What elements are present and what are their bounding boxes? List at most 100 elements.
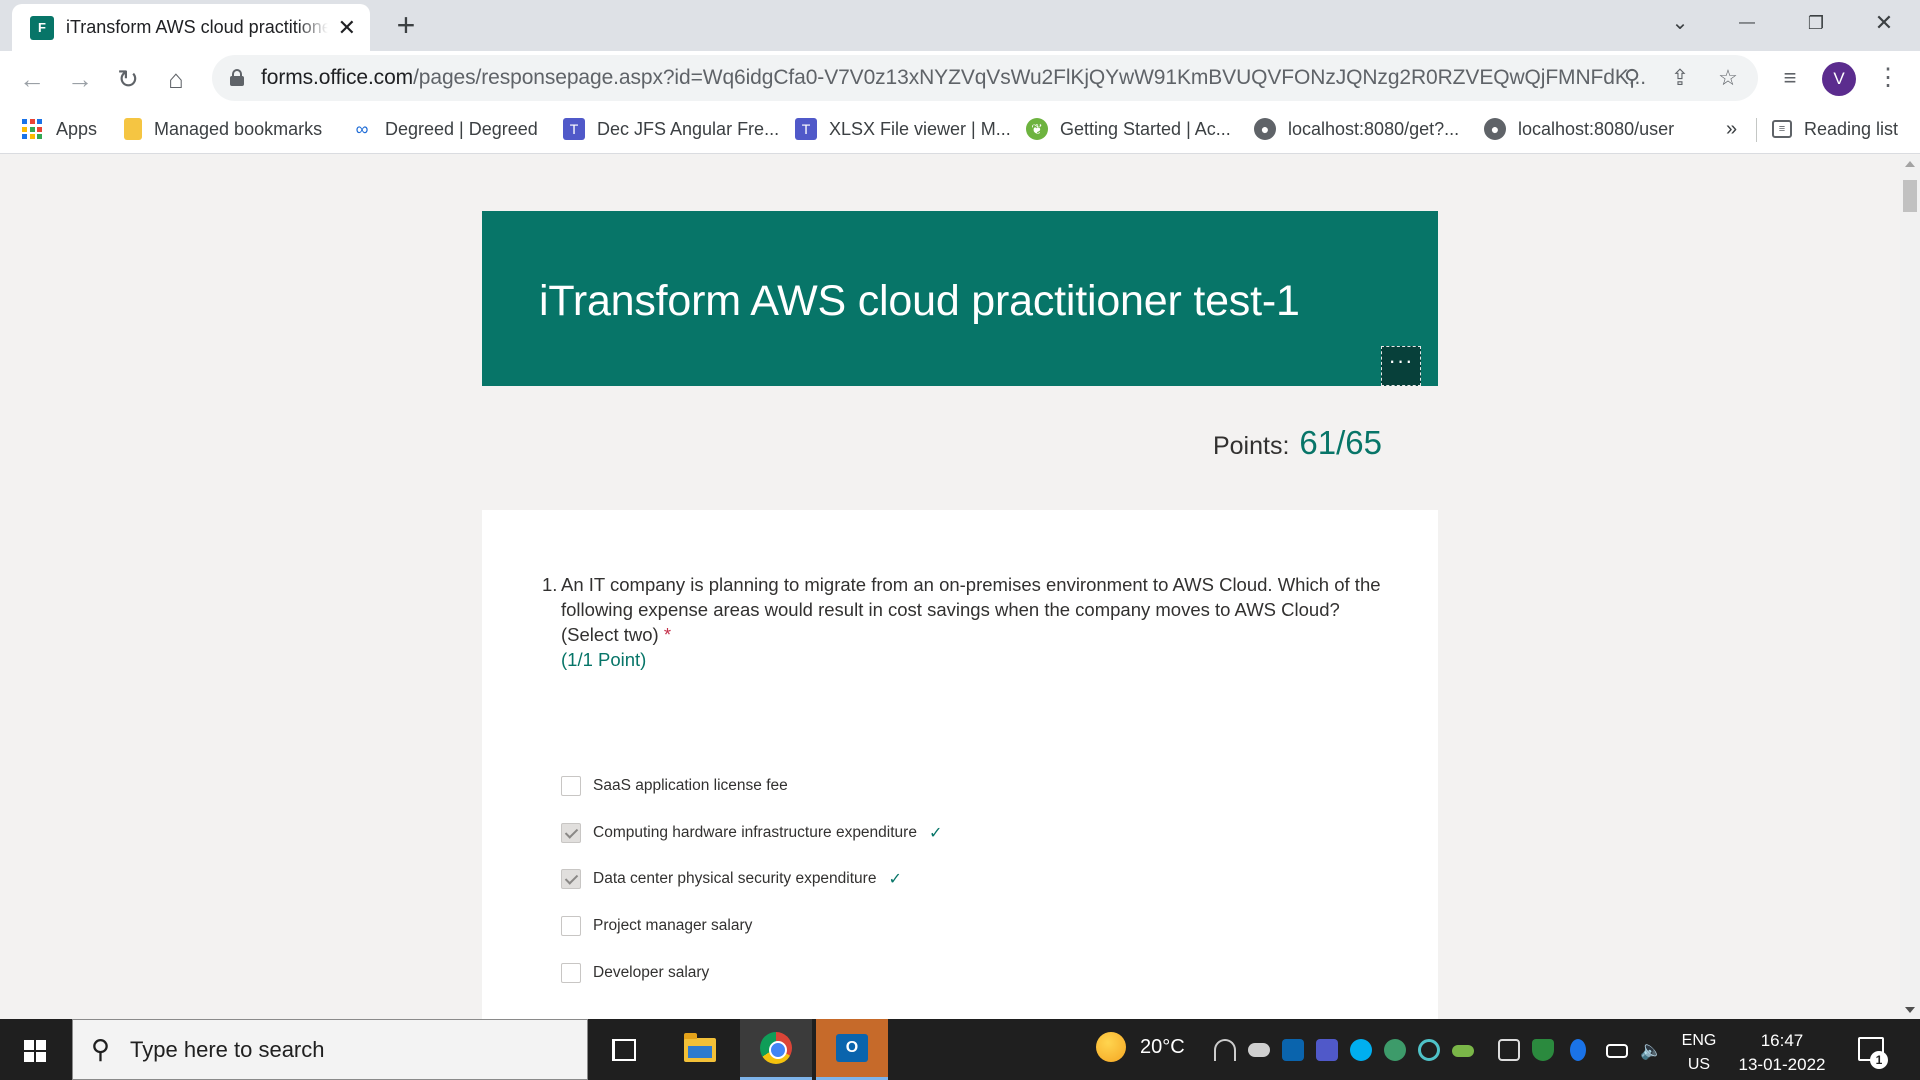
- weather-temperature: 20°C: [1140, 1035, 1185, 1058]
- points-summary: Points: 61/65: [482, 386, 1438, 510]
- weather-widget[interactable]: 20°C: [1096, 1032, 1185, 1062]
- scroll-down-arrow-icon[interactable]: [1905, 1007, 1915, 1013]
- profile-avatar[interactable]: V: [1822, 62, 1856, 96]
- zoom-icon[interactable]: ⚲: [1617, 63, 1647, 93]
- media-playlist-icon[interactable]: ≡: [1775, 63, 1805, 93]
- bookmark-localhost-get[interactable]: ● localhost:8080/get?...: [1254, 114, 1459, 144]
- option-developer-salary[interactable]: Developer salary: [561, 958, 709, 988]
- bookmark-xlsx-viewer[interactable]: T XLSX File viewer | M...: [795, 114, 1011, 144]
- reading-list-icon: ≡: [1772, 120, 1792, 138]
- url-text[interactable]: forms.office.com/pages/responsepage.aspx…: [261, 66, 1646, 90]
- close-window-button[interactable]: ✕: [1864, 6, 1904, 40]
- option-label: Data center physical security expenditur…: [593, 870, 877, 887]
- network-icon[interactable]: [1214, 1039, 1236, 1061]
- bookmark-star-icon[interactable]: ☆: [1713, 63, 1743, 93]
- scrollbar-thumb[interactable]: [1903, 180, 1917, 212]
- bookmark-localhost-user[interactable]: ● localhost:8080/user: [1484, 114, 1674, 144]
- bookmark-dec-jfs[interactable]: T Dec JFS Angular Fre...: [563, 114, 779, 144]
- settings-tray-icon[interactable]: [1418, 1039, 1440, 1061]
- input-language[interactable]: ENG US: [1674, 1029, 1724, 1077]
- bookmarks-bar: Apps Managed bookmarks ∞ Degreed | Degre…: [0, 106, 1920, 154]
- volume-icon[interactable]: 🔈: [1640, 1039, 1662, 1061]
- browser-toolbar: ← → ↻ ⌂ forms.office.com/pages/responsep…: [0, 51, 1920, 106]
- browser-tab-active[interactable]: F iTransform AWS cloud practitioner test…: [12, 4, 370, 51]
- bookmark-degreed[interactable]: ∞ Degreed | Degreed: [351, 114, 538, 144]
- bookmark-getting-started[interactable]: ❦ Getting Started | Ac...: [1026, 114, 1231, 144]
- checkbox-unchecked[interactable]: [561, 916, 581, 936]
- outlook-tray-icon[interactable]: [1282, 1039, 1304, 1061]
- new-tab-button[interactable]: +: [389, 8, 423, 42]
- bookmark-apps[interactable]: Apps: [22, 114, 97, 144]
- lock-icon[interactable]: [230, 69, 244, 86]
- option-label: Computing hardware infrastructure expend…: [593, 824, 917, 841]
- option-project-manager[interactable]: Project manager salary: [561, 911, 752, 941]
- minimize-button[interactable]: —: [1727, 6, 1767, 40]
- correct-check-icon: ✓: [888, 871, 902, 888]
- skype-icon[interactable]: [1350, 1039, 1372, 1061]
- globe-tray-icon[interactable]: [1384, 1039, 1406, 1061]
- checkbox-checked[interactable]: [561, 823, 581, 843]
- notification-count-badge: 1: [1870, 1051, 1888, 1069]
- required-marker: *: [663, 624, 672, 645]
- checkbox-checked[interactable]: [561, 869, 581, 889]
- globe-icon: ●: [1254, 118, 1276, 140]
- question-1: 1. An IT company is planning to migrate f…: [542, 572, 1382, 672]
- tab-title: iTransform AWS cloud practitioner test-1: [65, 17, 328, 37]
- tab-close-icon[interactable]: ✕: [338, 15, 356, 41]
- more-options-button[interactable]: ···: [1381, 346, 1421, 386]
- tab-strip: F iTransform AWS cloud practitioner test…: [0, 0, 1920, 51]
- teams-icon: T: [563, 118, 585, 140]
- forward-arrow-icon[interactable]: →: [62, 61, 98, 97]
- checkbox-unchecked[interactable]: [561, 776, 581, 796]
- share-icon[interactable]: ⇪: [1665, 63, 1695, 93]
- option-computing-hardware[interactable]: Computing hardware infrastructure expend…: [561, 818, 942, 848]
- checkbox-unchecked[interactable]: [561, 963, 581, 983]
- system-clock[interactable]: 16:47 13-01-2022: [1730, 1029, 1834, 1077]
- browser-menu-icon[interactable]: ⋮: [1876, 63, 1900, 93]
- bluetooth-icon[interactable]: [1570, 1039, 1586, 1061]
- outlook-icon: O: [836, 1034, 868, 1062]
- battery-icon[interactable]: [1606, 1044, 1628, 1058]
- option-label: Project manager salary: [593, 917, 753, 934]
- option-saas-license[interactable]: SaaS application license fee: [561, 771, 788, 801]
- onedrive-icon[interactable]: [1248, 1043, 1270, 1057]
- question-instruction: (Select two) *: [561, 624, 672, 645]
- tab-search-chevron-icon[interactable]: ⌄: [1660, 6, 1700, 40]
- cloud-sync-icon[interactable]: [1452, 1045, 1474, 1057]
- file-explorer-icon: [684, 1032, 716, 1062]
- bookmarks-overflow-button[interactable]: »: [1726, 114, 1737, 144]
- reload-icon[interactable]: ↻: [110, 61, 146, 97]
- scroll-up-arrow-icon[interactable]: [1905, 161, 1915, 167]
- start-button[interactable]: [0, 1019, 72, 1080]
- teams-tray-icon[interactable]: [1316, 1039, 1338, 1061]
- file-explorer-button[interactable]: [664, 1019, 736, 1080]
- vertical-scrollbar[interactable]: [1900, 155, 1920, 1019]
- option-data-center-security[interactable]: Data center physical security expenditur…: [561, 864, 902, 894]
- search-icon: ⚲: [91, 1034, 111, 1064]
- form-card: iTransform AWS cloud practitioner test-1…: [482, 211, 1438, 1019]
- outlook-taskbar-button[interactable]: O: [816, 1019, 888, 1080]
- defender-shield-icon[interactable]: [1532, 1039, 1554, 1061]
- chrome-taskbar-button[interactable]: [740, 1019, 812, 1080]
- points-label: Points:: [1212, 432, 1290, 460]
- globe-icon: ●: [1484, 118, 1506, 140]
- lock-tray-icon[interactable]: [1498, 1039, 1520, 1061]
- address-bar[interactable]: forms.office.com/pages/responsepage.aspx…: [212, 55, 1758, 101]
- page-viewport[interactable]: iTransform AWS cloud practitioner test-1…: [0, 155, 1900, 1019]
- option-label: SaaS application license fee: [593, 777, 788, 794]
- chrome-icon: [760, 1032, 792, 1064]
- task-view-button[interactable]: [588, 1019, 660, 1080]
- teams-icon: T: [795, 118, 817, 140]
- windows-logo-icon: [24, 1040, 46, 1062]
- option-label: Developer salary: [593, 964, 710, 981]
- form-title: iTransform AWS cloud practitioner test-1: [539, 277, 1300, 325]
- home-icon[interactable]: ⌂: [158, 61, 194, 97]
- reading-list-button[interactable]: ≡ Reading list: [1772, 114, 1898, 144]
- windows-taskbar: ⚲ Type here to search O 20°C 🔈 ENG US 16…: [0, 1019, 1920, 1080]
- bookmark-managed[interactable]: Managed bookmarks: [124, 114, 322, 144]
- taskbar-search-box[interactable]: ⚲ Type here to search: [72, 1019, 588, 1080]
- form-header: iTransform AWS cloud practitioner test-1…: [482, 211, 1438, 386]
- degreed-icon: ∞: [355, 118, 369, 139]
- back-arrow-icon[interactable]: ←: [14, 61, 50, 97]
- restore-button[interactable]: ❐: [1796, 6, 1836, 40]
